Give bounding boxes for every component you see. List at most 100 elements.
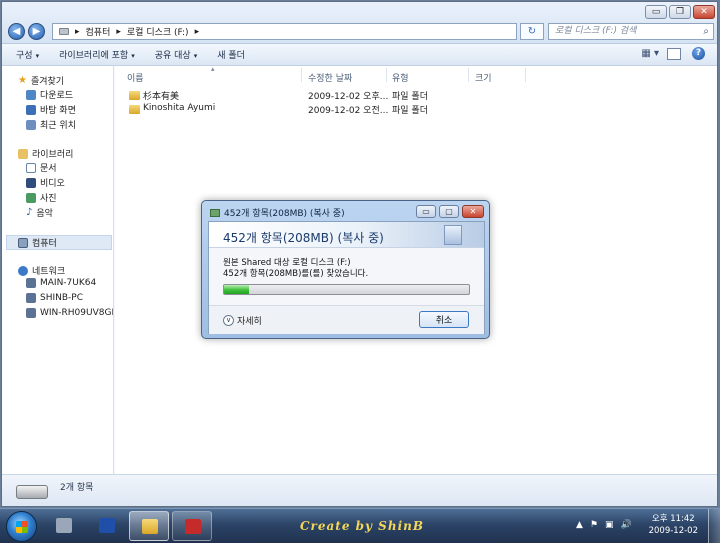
- copy-progress-dialog: 452개 항목(208MB) (복사 중) ▭ ▢ ✕ 452개 항목(208M…: [201, 200, 490, 339]
- nav-item-documents[interactable]: 문서: [26, 161, 57, 174]
- library-icon: [18, 148, 28, 159]
- dialog-maximize-button[interactable]: ▢: [439, 205, 459, 218]
- organize-menu[interactable]: 구성 ▾: [16, 48, 39, 61]
- share-with-menu[interactable]: 공유 대상 ▾: [155, 48, 198, 61]
- nav-item-label: SHINB-PC: [40, 293, 84, 303]
- dialog-body: 452개 항목(208MB) (복사 중) 원본 Shared 대상 로컬 디스…: [208, 221, 485, 334]
- document-icon: [444, 225, 462, 245]
- nav-favorites[interactable]: ★ 즐겨찾기: [18, 74, 64, 87]
- nav-item-videos[interactable]: 비디오: [26, 176, 65, 189]
- nav-network[interactable]: 네트워크: [18, 264, 65, 277]
- breadcrumb-separator-icon: ▸: [75, 26, 80, 37]
- preview-pane-icon[interactable]: [667, 48, 681, 60]
- nav-item-pictures[interactable]: 사진: [26, 191, 57, 204]
- clock[interactable]: 오후 11:42 2009-12-02: [649, 513, 698, 537]
- column-divider[interactable]: [386, 68, 387, 82]
- help-icon[interactable]: ?: [692, 47, 705, 60]
- network-status-icon[interactable]: ▣: [605, 520, 614, 530]
- close-button[interactable]: ✕: [693, 5, 715, 19]
- file-row[interactable]: 杉本有美 2009-12-02 오후... 파일 폴더: [127, 89, 547, 103]
- more-details-toggle[interactable]: ∨ 자세히: [223, 314, 262, 327]
- details-pane: 2개 항목: [2, 474, 717, 506]
- hard-drive-icon: [16, 485, 48, 499]
- command-bar: 구성 ▾ 라이브러리에 포함 ▾ 공유 대상 ▾ 새 폴더 ▦ ▾ ?: [2, 44, 717, 66]
- taskbar-app-explorer[interactable]: [129, 511, 169, 541]
- dialog-close-button[interactable]: ✕: [462, 205, 484, 218]
- dialog-footer: ∨ 자세히 취소: [209, 305, 484, 334]
- taskbar-app-network[interactable]: [44, 511, 84, 541]
- computer-host-icon: [26, 293, 36, 303]
- sort-arrow-icon: ▴: [211, 65, 215, 73]
- nav-libraries-label: 라이브러리: [32, 150, 74, 160]
- videos-icon: [26, 177, 36, 188]
- item-count: 2개 항목: [60, 483, 94, 493]
- column-header-size[interactable]: 크기: [475, 71, 492, 84]
- nav-item-host[interactable]: WIN-RH09UV8GDE: [26, 308, 113, 318]
- file-name: Kinoshita Ayumi: [143, 103, 216, 113]
- watermark-text: Create by ShinB: [300, 519, 424, 533]
- chevron-down-icon: ▾: [193, 52, 198, 60]
- windows-logo-icon: [16, 521, 28, 533]
- address-bar[interactable]: ▸ 컴퓨터 ▸ 로컬 디스크 (F:) ▸: [52, 23, 517, 40]
- action-center-flag-icon[interactable]: ⚑: [590, 520, 598, 530]
- file-date: 2009-12-02 오전...: [308, 106, 389, 116]
- nav-item-music[interactable]: ♪ 음악: [26, 206, 53, 219]
- new-folder-button[interactable]: 새 폴더: [217, 48, 245, 61]
- volume-icon[interactable]: 🔊: [621, 520, 632, 530]
- nav-item-downloads[interactable]: 다운로드: [26, 88, 73, 101]
- view-options-icon[interactable]: ▦ ▾: [641, 48, 659, 59]
- nav-computer[interactable]: 컴퓨터: [18, 236, 57, 249]
- nav-libraries[interactable]: 라이브러리: [18, 147, 73, 160]
- dialog-title: 452개 항목(208MB) (복사 중): [210, 206, 345, 219]
- forward-button[interactable]: ▶: [28, 23, 45, 40]
- copy-progress-bar: [223, 284, 470, 295]
- back-button[interactable]: ◀: [8, 23, 25, 40]
- cancel-button[interactable]: 취소: [419, 311, 469, 328]
- show-desktop-button[interactable]: [708, 509, 720, 543]
- powershell-icon: [99, 518, 115, 533]
- network-computer-icon: [56, 518, 72, 533]
- desktop-icon: [26, 104, 36, 115]
- file-row[interactable]: Kinoshita Ayumi 2009-12-02 오전... 파일 폴더: [127, 103, 547, 117]
- title-address-area: ▭ ❐ ✕ ◀ ▶ ▸ 컴퓨터 ▸ 로컬 디스크 (F:) ▸ ↻ 로컬 디스크…: [2, 2, 717, 44]
- nav-network-label: 네트워크: [32, 267, 66, 277]
- breadcrumb-local-disk[interactable]: 로컬 디스크 (F:): [127, 25, 189, 38]
- navigation-pane: ★ 즐겨찾기 다운로드 바탕 화면 최근 위치 라이브러리 문서 비디오 사진 ♪…: [2, 66, 114, 474]
- copy-items-found: 452개 항목(208MB)를(를) 찾았습니다.: [223, 269, 369, 279]
- search-input[interactable]: 로컬 디스크 (F:) 검색 ⌕: [548, 23, 714, 40]
- search-placeholder: 로컬 디스크 (F:) 검색: [555, 26, 637, 36]
- show-hidden-icons-icon[interactable]: ▲: [576, 520, 583, 530]
- back-arrow-icon: ◀: [12, 26, 21, 37]
- include-in-library-label: 라이브러리에 포함: [59, 51, 129, 61]
- nav-item-host[interactable]: MAIN-7UK64: [26, 278, 96, 288]
- taskbar-app-powershell[interactable]: [87, 511, 127, 541]
- file-type: 파일 폴더: [392, 92, 428, 102]
- column-divider[interactable]: [468, 68, 469, 82]
- taskbar-app-toolbox[interactable]: [172, 511, 212, 541]
- breadcrumb-computer[interactable]: 컴퓨터: [86, 25, 111, 38]
- column-divider[interactable]: [301, 68, 302, 82]
- column-header-name[interactable]: 이름: [127, 71, 144, 84]
- nav-item-host[interactable]: SHINB-PC: [26, 293, 83, 303]
- more-details-label: 자세히: [237, 317, 262, 327]
- nav-item-label: 비디오: [40, 179, 65, 189]
- maximize-button[interactable]: ❐: [669, 5, 691, 19]
- refresh-button[interactable]: ↻: [520, 23, 544, 40]
- dialog-minimize-button[interactable]: ▭: [416, 205, 436, 218]
- nav-item-recent-places[interactable]: 최근 위치: [26, 118, 76, 131]
- column-divider[interactable]: [525, 68, 526, 82]
- downloads-folder-icon: [26, 89, 36, 100]
- nav-item-label: 바탕 화면: [40, 106, 76, 116]
- minimize-button[interactable]: ▭: [645, 5, 667, 19]
- nav-item-desktop[interactable]: 바탕 화면: [26, 103, 76, 116]
- chevron-down-circle-icon: ∨: [223, 315, 234, 326]
- copy-icon: [210, 208, 220, 217]
- file-name: 杉本有美: [143, 92, 180, 102]
- chevron-down-icon: ▾: [35, 52, 40, 60]
- column-header-type[interactable]: 유형: [392, 71, 409, 84]
- column-header-date[interactable]: 수정한 날짜: [308, 71, 352, 84]
- include-in-library-menu[interactable]: 라이브러리에 포함 ▾: [59, 48, 135, 61]
- search-icon[interactable]: ⌕: [703, 24, 709, 39]
- file-type: 파일 폴더: [392, 106, 428, 116]
- start-button[interactable]: [6, 511, 37, 542]
